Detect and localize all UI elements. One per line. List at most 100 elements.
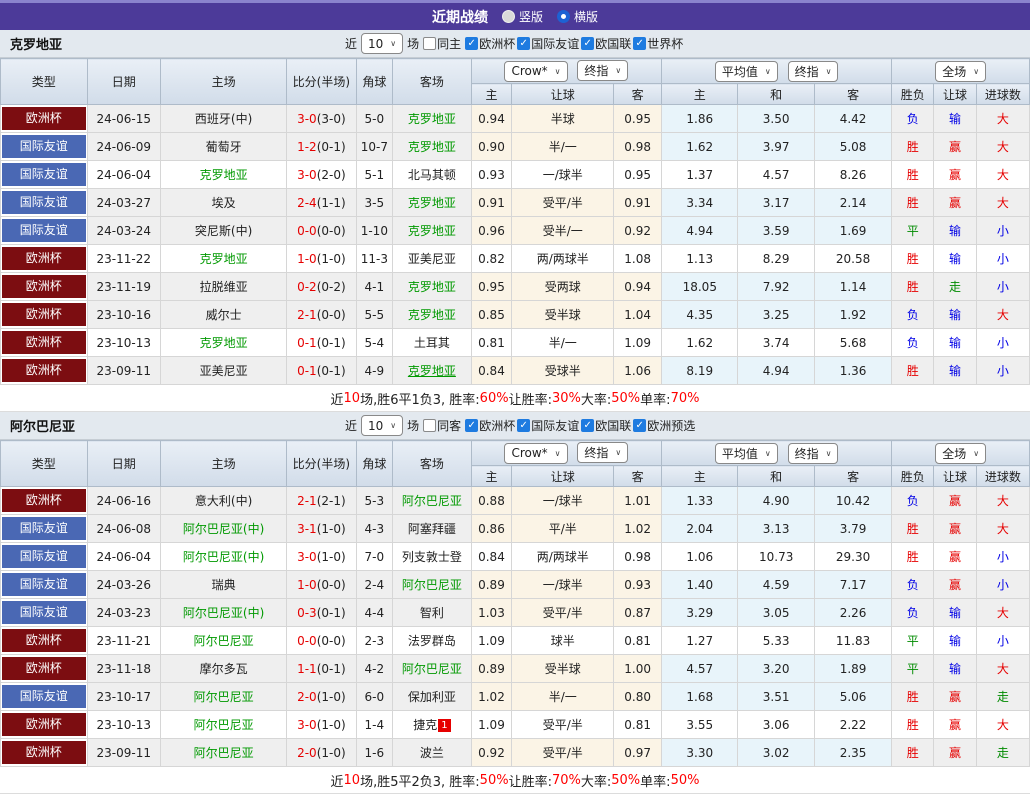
away-team-link[interactable]: 阿尔巴尼亚 [402,662,462,676]
league-filter-0[interactable]: ✓ 欧洲杯 [465,35,515,52]
cell-result-goals: 走 [975,682,1030,711]
home-team-link[interactable]: 阿尔巴尼亚(中) [183,550,264,564]
league-filter-2[interactable]: ✓ 欧国联 [581,35,631,52]
league-filter-0[interactable]: ✓ 欧洲杯 [465,417,515,434]
league-type-badge[interactable]: 国际友谊 [2,135,86,158]
checkbox-icon[interactable]: ✓ [581,419,595,432]
league-type-badge[interactable]: 国际友谊 [2,545,86,568]
scope-select[interactable]: 全场 ∨ [935,442,987,464]
summary-segment: 10 [343,772,361,788]
average-time-select[interactable]: 终指 ∨ [787,442,839,464]
cell-odds-home: 1.09 [470,626,513,655]
league-filter-3[interactable]: ✓ 欧洲预选 [633,417,695,434]
chevron-down-icon: ∨ [973,66,980,76]
checkbox-icon[interactable]: ✓ [517,419,531,432]
bookmaker-select[interactable]: Crow* ∨ [504,442,568,464]
home-team-link[interactable]: 阿尔巴尼亚 [194,746,254,760]
league-filter-1[interactable]: ✓ 国际友谊 [517,35,579,52]
scope-select[interactable]: 全场 ∨ [935,60,987,82]
radio-selected-icon[interactable] [501,10,515,23]
league-type-badge[interactable]: 欧洲杯 [2,359,86,382]
layout-radio-horizontal[interactable]: 横版 [557,8,598,25]
cell-handicap: 受两球 [511,272,615,301]
cell-handicap: 一/球半 [511,570,615,599]
away-team-link: 阿塞拜疆 [407,522,456,536]
checkbox-icon[interactable]: ✓ [633,419,647,432]
home-team-link[interactable]: 阿尔巴尼亚 [194,634,254,648]
bookmaker-select[interactable]: Crow* ∨ [504,60,568,82]
odds-time-select[interactable]: 终指 ∨ [577,60,629,82]
checkbox-icon[interactable] [423,419,437,432]
average-select[interactable]: 平均值 ∨ [714,60,778,82]
average-select[interactable]: 平均值 ∨ [714,442,778,464]
cell-handicap: 平/半 [511,514,615,543]
cell-league: 欧洲杯 [0,626,88,655]
match-count-select[interactable]: 10 ∨ [361,415,404,436]
odds-time-select[interactable]: 终指 ∨ [577,442,629,464]
home-team-link[interactable]: 克罗地亚 [200,336,248,350]
home-team-link[interactable]: 克罗地亚 [200,252,248,266]
league-type-badge[interactable]: 国际友谊 [2,601,86,624]
section-croatia: 克罗地亚 近 10 ∨ 场 同主 ✓ 欧洲杯 ✓ 国际友谊 ✓ 欧国联 ✓ 世界杯 类型 日期 [0,30,1030,412]
cell-result-match: 胜 [891,710,935,739]
away-team-link[interactable]: 克罗地亚 [408,364,456,378]
checkbox-icon[interactable]: ✓ [517,37,531,50]
league-type-badge[interactable]: 欧洲杯 [2,247,86,270]
checkbox-icon[interactable]: ✓ [465,419,479,432]
league-filter-3[interactable]: ✓ 世界杯 [633,35,683,52]
full-score: 0-0 [297,223,317,238]
league-type-badge[interactable]: 欧洲杯 [2,741,86,764]
cell-result-match: 负 [891,104,935,133]
cell-date: 23-10-13 [86,328,161,357]
radio-unselected-icon[interactable] [557,10,570,23]
home-team-link[interactable]: 阿尔巴尼亚 [194,690,254,704]
cell-score: 3-0(2-0) [286,160,357,189]
home-team-link[interactable]: 阿尔巴尼亚(中) [183,522,264,536]
away-team-link[interactable]: 克罗地亚 [408,140,456,154]
away-team-link[interactable]: 克罗地亚 [408,196,456,210]
league-type-badge[interactable]: 欧洲杯 [2,629,86,652]
league-type-badge[interactable]: 国际友谊 [2,163,86,186]
league-filter-1[interactable]: ✓ 国际友谊 [517,417,579,434]
league-type-badge[interactable]: 欧洲杯 [2,303,86,326]
col-header-type: 类型 [0,440,88,487]
checkbox-icon[interactable] [423,37,437,50]
cell-odds-away: 0.81 [613,626,663,655]
away-team-link[interactable]: 阿尔巴尼亚 [402,578,462,592]
league-type-badge[interactable]: 国际友谊 [2,517,86,540]
league-type-badge[interactable]: 国际友谊 [2,191,86,214]
checkbox-icon[interactable]: ✓ [465,37,479,50]
checkbox-icon[interactable]: ✓ [633,37,647,50]
layout-radio-vertical[interactable]: 竖版 [501,8,543,25]
league-type-badge[interactable]: 欧洲杯 [2,713,86,736]
away-team-link[interactable]: 阿尔巴尼亚 [402,494,462,508]
league-type-badge[interactable]: 国际友谊 [2,685,86,708]
league-type-badge[interactable]: 欧洲杯 [2,657,86,680]
average-time-select[interactable]: 终指 ∨ [787,60,839,82]
cell-result-match: 胜 [891,682,935,711]
cell-odds-away: 0.93 [613,570,663,599]
away-team-link[interactable]: 克罗地亚 [408,112,456,126]
league-filter-2[interactable]: ✓ 欧国联 [581,417,631,434]
league-type-badge[interactable]: 国际友谊 [2,219,86,242]
league-type-badge[interactable]: 欧洲杯 [2,331,86,354]
cell-away-team: 土耳其 [392,328,472,357]
match-count-select[interactable]: 10 ∨ [361,33,404,54]
league-type-badge[interactable]: 国际友谊 [2,573,86,596]
league-type-badge[interactable]: 欧洲杯 [2,489,86,512]
away-team-link[interactable]: 克罗地亚 [408,224,456,238]
cell-odds-home: 1.09 [470,710,513,739]
home-team-link[interactable]: 克罗地亚 [200,168,248,182]
league-type-badge[interactable]: 欧洲杯 [2,107,86,130]
league-type-badge[interactable]: 欧洲杯 [2,275,86,298]
away-team-link[interactable]: 克罗地亚 [408,308,456,322]
cell-avg-draw: 4.57 [737,160,815,189]
checkbox-icon[interactable]: ✓ [581,37,595,50]
home-team-link[interactable]: 阿尔巴尼亚 [194,718,254,732]
same-venue-checkbox[interactable]: 同客 [423,417,461,434]
same-venue-checkbox[interactable]: 同主 [423,35,461,52]
away-team-link[interactable]: 克罗地亚 [408,280,456,294]
cell-handicap: 受半球 [511,654,615,683]
cell-result-handicap: 赢 [933,486,977,515]
home-team-link[interactable]: 阿尔巴尼亚(中) [183,606,264,620]
